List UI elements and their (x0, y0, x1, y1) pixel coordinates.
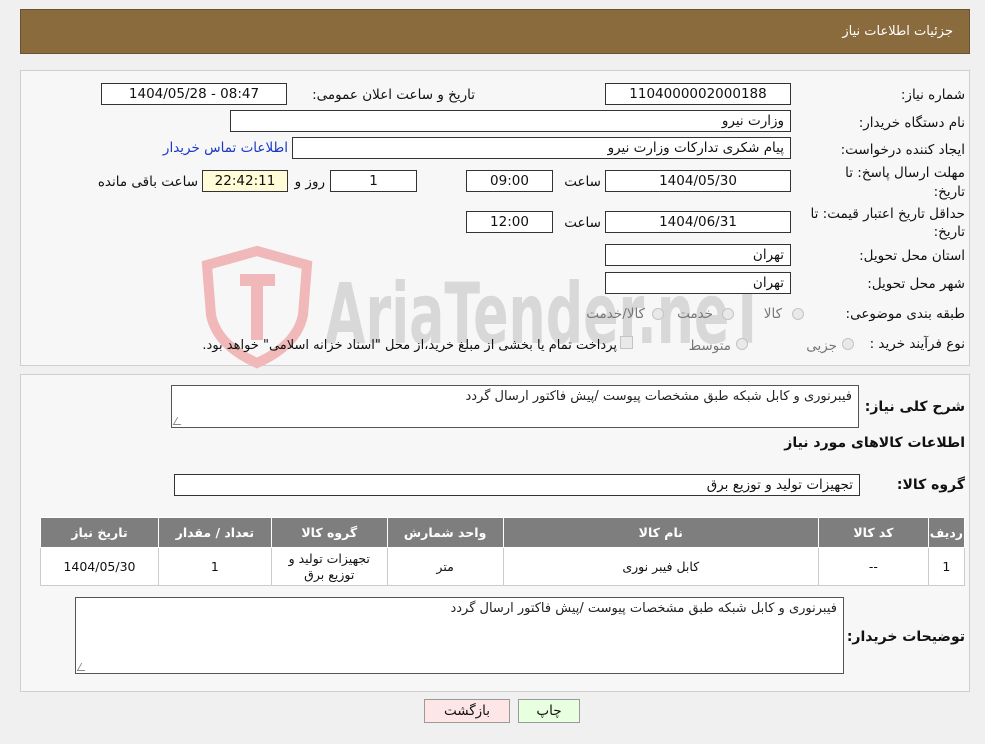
category-option-service: خدمت (677, 306, 713, 322)
cell-name: کابل فیبر نوری (502, 547, 819, 586)
deadline-label-line1: مهلت ارسال پاسخ: تا (845, 165, 965, 181)
print-button[interactable]: چاپ (518, 699, 580, 723)
goods-group-label: گروه کالا: (896, 477, 965, 493)
category-radio-goods[interactable] (792, 308, 804, 320)
resize-grip-icon[interactable] (172, 417, 186, 425)
goods-group-field: تجهیزات تولید و توزیع برق (174, 474, 860, 496)
city-field: تهران (605, 272, 791, 294)
validity-label-line1: حداقل تاریخ اعتبار قیمت: تا (810, 206, 965, 222)
buyer-notes-text: فیبرنوری و کابل شبکه طبق مشخصات پیوست /پ… (450, 601, 837, 616)
page-title: جزئیات اطلاعات نیاز (842, 24, 953, 39)
cell-row: 1 (927, 547, 966, 586)
validity-time-field: 12:00 (466, 211, 553, 233)
page-header: جزئیات اطلاعات نیاز (20, 9, 970, 54)
col-group: گروه کالا (270, 517, 388, 548)
buyer-contact-link[interactable]: اطلاعات تماس خریدار (163, 140, 288, 156)
cell-qty: 1 (157, 547, 272, 586)
deadline-label-line2: تاریخ: (933, 184, 965, 200)
province-field: تهران (605, 244, 791, 266)
col-row: ردیف (927, 517, 966, 548)
cell-group: تجهیزات تولید و توزیع برق (270, 547, 388, 586)
remaining-days-field: 1 (330, 170, 417, 192)
creator-field: پیام شکری تدارکات وزارت نیرو (292, 137, 791, 159)
creator-label: ایجاد کننده درخواست: (840, 142, 965, 158)
process-option-minor: جزیی (806, 338, 837, 354)
col-date: تاریخ نیاز (40, 517, 159, 548)
validity-date-field: 1404/06/31 (605, 211, 791, 233)
deadline-date-field: 1404/05/30 (605, 170, 791, 192)
col-code: کد کالا (817, 517, 929, 548)
category-radio-goods-service[interactable] (652, 308, 664, 320)
cell-code: -- (817, 547, 929, 586)
process-option-medium: متوسط (688, 338, 731, 354)
deadline-time-label: ساعت (564, 174, 601, 190)
validity-label-line2: تاریخ: (933, 224, 965, 240)
buyer-notes-label: توضیحات خریدار: (846, 629, 965, 645)
remaining-days-label: روز و (294, 174, 325, 190)
cell-date: 1404/05/30 (40, 547, 159, 586)
announce-datetime-field: 1404/05/28 - 08:47 (101, 83, 287, 105)
need-number-field: 1104000002000188 (605, 83, 791, 105)
buyer-org-label: نام دستگاه خریدار: (858, 115, 965, 131)
process-radio-minor[interactable] (842, 338, 854, 350)
col-qty: تعداد / مقدار (157, 517, 272, 548)
city-label: شهر محل تحویل: (867, 276, 965, 292)
announce-datetime-label: تاریخ و ساعت اعلان عمومی: (312, 87, 475, 103)
buyer-org-field: وزارت نیرو (230, 110, 791, 132)
need-description-text: فیبرنوری و کابل شبکه طبق مشخصات پیوست /پ… (465, 389, 852, 404)
category-option-goods-service: کالا/خدمت (586, 306, 645, 322)
validity-time-label: ساعت (564, 215, 601, 231)
back-button[interactable]: بازگشت (424, 699, 510, 723)
col-name: نام کالا (502, 517, 819, 548)
table-row: 1 -- کابل فیبر نوری متر تجهیزات تولید و … (40, 547, 966, 586)
goods-table: ردیف کد کالا نام کالا واحد شمارش گروه کا… (40, 517, 966, 586)
goods-section-title: اطلاعات کالاهای مورد نیاز (784, 435, 965, 451)
remaining-time-field: 22:42:11 (202, 170, 288, 192)
col-unit: واحد شمارش (386, 517, 504, 548)
treasury-checkbox[interactable] (620, 336, 633, 349)
category-option-goods: کالا (763, 306, 782, 322)
goods-table-header: ردیف کد کالا نام کالا واحد شمارش گروه کا… (40, 517, 966, 548)
need-description-label: شرح کلی نیاز: (864, 399, 965, 415)
province-label: استان محل تحویل: (859, 248, 965, 264)
resize-grip-icon[interactable] (76, 663, 90, 671)
treasury-note: پرداخت تمام یا بخشی از مبلغ خرید،از محل … (202, 338, 617, 353)
category-label: طبقه بندی موضوعی: (845, 306, 965, 322)
process-radio-medium[interactable] (736, 338, 748, 350)
need-description-textarea[interactable]: فیبرنوری و کابل شبکه طبق مشخصات پیوست /پ… (171, 385, 859, 428)
process-type-label: نوع فرآیند خرید : (869, 336, 965, 352)
remaining-time-label: ساعت باقی مانده (97, 174, 198, 190)
buyer-notes-textarea[interactable]: فیبرنوری و کابل شبکه طبق مشخصات پیوست /پ… (75, 597, 844, 674)
need-number-label: شماره نیاز: (900, 87, 965, 103)
cell-unit: متر (386, 547, 504, 586)
category-radio-service[interactable] (722, 308, 734, 320)
deadline-time-field: 09:00 (466, 170, 553, 192)
